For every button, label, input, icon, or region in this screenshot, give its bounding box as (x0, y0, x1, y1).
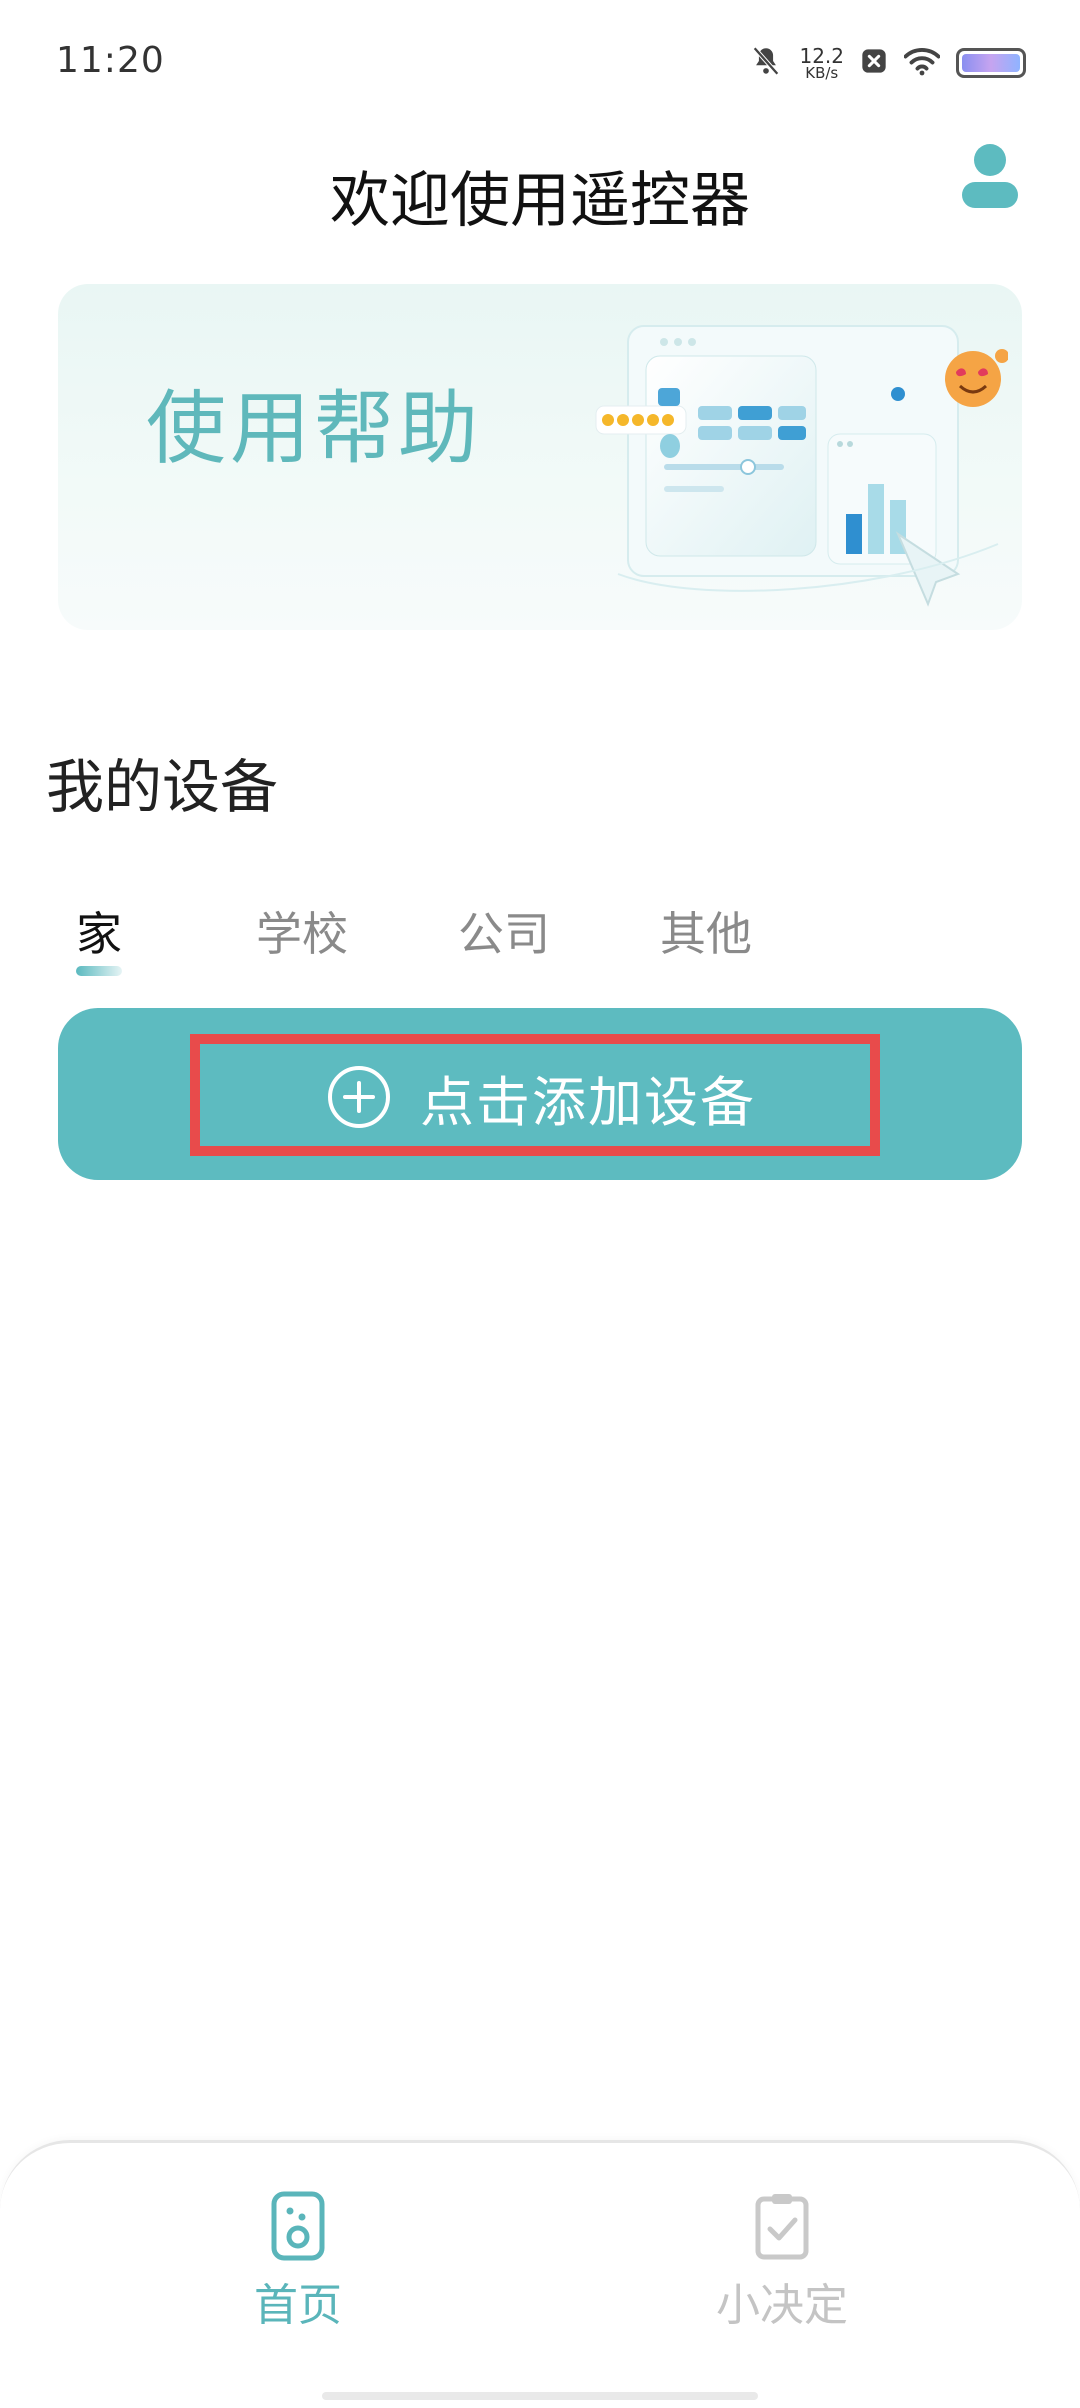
remote-icon (271, 2191, 325, 2261)
tab-home[interactable]: 家 (76, 898, 122, 964)
tab-other[interactable]: 其他 (660, 898, 752, 964)
nav-home-label: 首页 (254, 2280, 342, 2331)
status-icons: 12.2 KB/s (749, 38, 1026, 88)
bottom-nav: 首页 小决定 (0, 2140, 1080, 2408)
section-title-my-devices: 我的设备 (46, 753, 279, 821)
add-device-label: 点击添加设备 (420, 1070, 756, 1134)
tab-school[interactable]: 学校 (256, 898, 348, 964)
plus-circle-icon (328, 1066, 390, 1128)
nav-home[interactable]: 首页 (178, 2191, 418, 2333)
status-bar: 11:20 12.2 KB/s (0, 0, 1080, 120)
battery-fill (962, 54, 1020, 72)
net-speed: 12.2 KB/s (799, 46, 844, 81)
page-title: 欢迎使用遥控器 (330, 166, 750, 236)
home-indicator (322, 2392, 758, 2400)
help-banner[interactable]: 使用帮助 (58, 284, 1022, 630)
net-speed-unit: KB/s (805, 63, 839, 82)
tab-indicator (76, 966, 122, 976)
add-device-content[interactable]: 点击添加设备 (326, 1062, 756, 1134)
nav-decision-label: 小决定 (716, 2280, 848, 2331)
user-icon (962, 144, 1018, 208)
clipboard-check-icon (755, 2194, 809, 2260)
screen: 11:20 12.2 KB/s 欢迎使用遥控器 使用帮助 我的设备 家 学校 公… (0, 0, 1080, 2408)
tab-company[interactable]: 公司 (458, 898, 550, 964)
nav-decision[interactable]: 小决定 (662, 2191, 902, 2333)
wifi-icon (903, 46, 941, 80)
mute-bell-icon (749, 44, 783, 82)
profile-button[interactable] (960, 142, 1020, 210)
help-illustration (595, 325, 1008, 607)
close-box-icon (860, 47, 888, 79)
net-speed-value: 12.2 (799, 43, 844, 68)
battery-icon (956, 48, 1026, 78)
help-banner-title: 使用帮助 (146, 382, 482, 475)
status-time: 11:20 (56, 40, 165, 81)
